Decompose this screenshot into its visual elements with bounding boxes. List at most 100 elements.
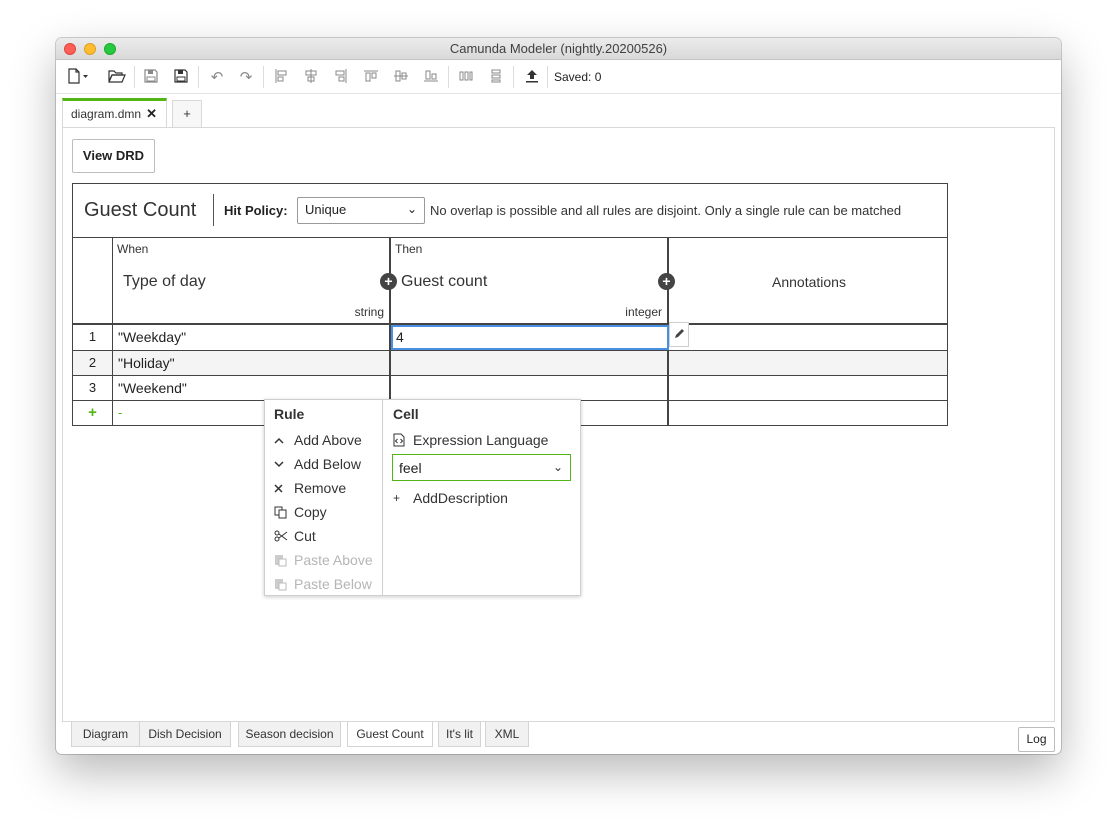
- chevron-up-icon: [274, 437, 294, 444]
- output-cell-selected[interactable]: 4: [391, 325, 669, 350]
- align-top-icon: [364, 70, 378, 85]
- add-above-item[interactable]: Add Above: [274, 429, 362, 451]
- save-button[interactable]: [140, 67, 162, 87]
- file-tab-diagram[interactable]: diagram.dmn ✕: [62, 98, 167, 129]
- toolbar: ↶ ↷ Saved: 0: [56, 60, 1061, 94]
- new-file-button[interactable]: [62, 67, 94, 87]
- app-window: Camunda Modeler (nightly.20200526) ↶ ↷ S…: [56, 38, 1061, 754]
- rules-grid: When Type of day string Then Guest count…: [72, 237, 948, 426]
- expression-language-label: Expression Language: [393, 429, 548, 451]
- align-center-icon: [305, 68, 317, 86]
- output-type-label: integer: [625, 305, 662, 319]
- sheet-tab-diagram[interactable]: Diagram: [71, 722, 140, 747]
- distribute-vertical-icon: [490, 69, 502, 86]
- table-row[interactable]: 2 "Holiday": [73, 350, 947, 375]
- annotation-cell[interactable]: [669, 325, 949, 350]
- output-column-header[interactable]: Then Guest count integer: [391, 238, 669, 323]
- paste-above-item[interactable]: Paste Above: [274, 549, 373, 571]
- add-tab-button[interactable]: +: [172, 100, 202, 127]
- align-top-button[interactable]: [360, 67, 382, 87]
- save-as-icon: [174, 68, 188, 86]
- hit-policy-description: No overlap is possible and all rules are…: [430, 203, 902, 218]
- decision-name[interactable]: Guest Count: [84, 199, 196, 222]
- undo-button[interactable]: ↶: [206, 67, 228, 87]
- distribute-vertically-button[interactable]: [485, 67, 507, 87]
- align-right-button[interactable]: [330, 67, 352, 87]
- cell-menu-section: Cell Expression Language feel ⌄ + AddDes…: [384, 400, 580, 595]
- sheet-tab-its-lit[interactable]: It's lit: [438, 722, 481, 747]
- close-window-button[interactable]: [64, 43, 76, 55]
- input-type-label: string: [354, 305, 384, 319]
- paste-below-item[interactable]: Paste Below: [274, 573, 372, 595]
- sheet-tab-dish-decision[interactable]: Dish Decision: [139, 722, 231, 747]
- menu-item-label: Add Below: [294, 456, 361, 472]
- align-bottom-button[interactable]: [420, 67, 442, 87]
- row-index: 2: [73, 351, 113, 375]
- new-file-icon: [67, 67, 89, 87]
- add-output-column-button[interactable]: +: [658, 273, 675, 290]
- deploy-button[interactable]: [521, 67, 543, 87]
- output-cell[interactable]: [391, 376, 669, 400]
- zoom-window-button[interactable]: [104, 43, 116, 55]
- file-tab-label: diagram.dmn: [71, 107, 142, 121]
- table-row[interactable]: 1 "Weekday" 4: [73, 322, 949, 350]
- annotation-cell[interactable]: [669, 376, 949, 400]
- column-header-row: When Type of day string Then Guest count…: [73, 238, 947, 325]
- hit-policy-select[interactable]: Unique ⌄: [297, 197, 425, 224]
- log-button[interactable]: Log: [1018, 727, 1055, 752]
- upload-icon: [525, 69, 539, 86]
- cut-item[interactable]: Cut: [274, 525, 316, 547]
- toolbar-divider: [263, 66, 264, 88]
- close-icon[interactable]: ✕: [146, 106, 157, 122]
- annotation-cell[interactable]: [669, 351, 949, 375]
- redo-icon: ↷: [239, 69, 253, 86]
- chevron-down-icon: ⌄: [552, 460, 563, 474]
- input-cell[interactable]: "Weekend": [113, 376, 391, 400]
- add-rule-button[interactable]: +: [73, 401, 113, 425]
- distribute-horizontal-icon: [459, 70, 473, 85]
- decision-table: Guest Count Hit Policy: Unique ⌄ No over…: [72, 183, 949, 596]
- menu-item-label: Add Above: [294, 432, 362, 448]
- folder-open-icon: [108, 69, 126, 86]
- add-rule-annotation-placeholder[interactable]: [669, 401, 949, 425]
- redo-button[interactable]: ↷: [235, 67, 257, 87]
- input-cell[interactable]: "Weekday": [113, 325, 391, 350]
- window-title: Camunda Modeler (nightly.20200526): [449, 41, 668, 56]
- add-input-column-button[interactable]: +: [380, 273, 397, 290]
- rule-menu-title: Rule: [274, 406, 305, 422]
- align-middle-icon: [394, 70, 408, 85]
- close-icon: [274, 483, 294, 493]
- toolbar-divider: [513, 66, 514, 88]
- sheet-tab-xml[interactable]: XML: [485, 722, 529, 747]
- sheet-tab-season-decision[interactable]: Season decision: [238, 722, 341, 747]
- remove-item[interactable]: Remove: [274, 477, 346, 499]
- input-column-header[interactable]: When Type of day string: [113, 238, 391, 323]
- add-description-item[interactable]: + AddDescription: [393, 487, 508, 509]
- align-left-icon: [275, 68, 287, 86]
- align-middle-button[interactable]: [390, 67, 412, 87]
- annotations-header[interactable]: Annotations: [669, 238, 949, 323]
- toolbar-divider: [448, 66, 449, 88]
- copy-item[interactable]: Copy: [274, 501, 327, 523]
- input-column-label: Type of day: [123, 273, 206, 290]
- sheet-tab-guest-count[interactable]: Guest Count: [347, 722, 433, 747]
- edit-cell-button[interactable]: [669, 322, 689, 347]
- output-cell[interactable]: [391, 351, 669, 375]
- menu-item-label: Remove: [294, 480, 347, 496]
- expression-language-select[interactable]: feel ⌄: [392, 454, 571, 481]
- save-as-button[interactable]: [170, 67, 192, 87]
- align-center-button[interactable]: [300, 67, 322, 87]
- input-cell[interactable]: "Holiday": [113, 351, 391, 375]
- hit-policy-value: Unique: [305, 202, 347, 217]
- minimize-window-button[interactable]: [84, 43, 96, 55]
- align-left-button[interactable]: [270, 67, 292, 87]
- title-bar: Camunda Modeler (nightly.20200526): [56, 38, 1061, 60]
- open-file-button[interactable]: [106, 67, 128, 87]
- paste-icon: [274, 554, 294, 567]
- add-below-item[interactable]: Add Below: [274, 453, 361, 475]
- scissors-icon: [274, 530, 294, 542]
- table-row[interactable]: 3 "Weekend": [73, 375, 947, 400]
- view-drd-button[interactable]: View DRD: [72, 139, 155, 173]
- output-column-label: Guest count: [401, 273, 488, 290]
- distribute-horizontally-button[interactable]: [455, 67, 477, 87]
